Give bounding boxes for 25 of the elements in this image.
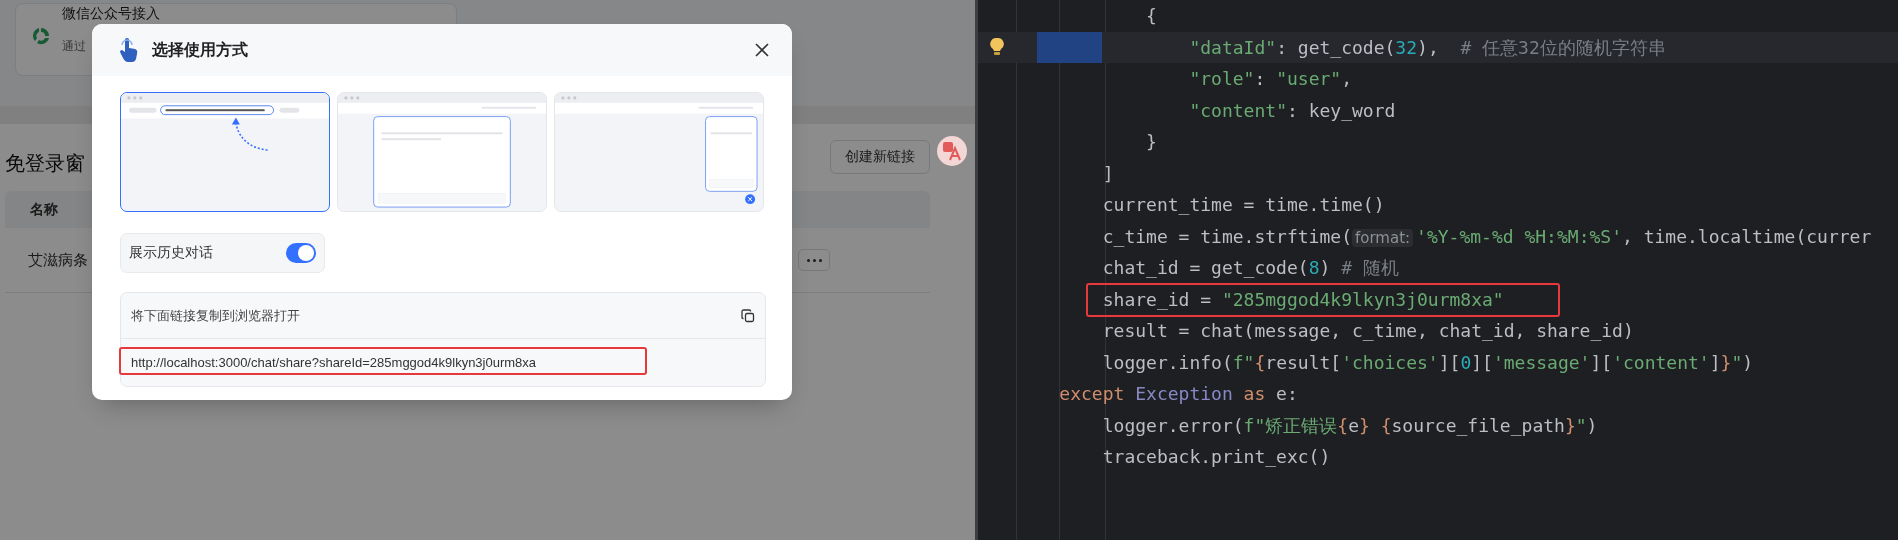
- code-line: chat_id = get_code(8) # 随机: [1102, 256, 1399, 280]
- code-line: except Exception as e:: [1059, 382, 1298, 406]
- table-cell: 艾滋病条: [28, 250, 88, 270]
- code-line: "dataId": get_code(32), # 任意32位的随机字符串: [1189, 35, 1666, 60]
- link-label: 将下面链接复制到浏览器打开: [131, 306, 300, 325]
- card-title: 微信公众号接入: [62, 5, 160, 22]
- share-url: http://localhost:3000/chat/share?shareId=285mggod4k9lkyn3j0urm8xa: [131, 355, 537, 370]
- section-title: 免登录窗: [5, 151, 85, 176]
- code-line: "role": "user",: [1189, 67, 1353, 91]
- code-line: c_time = time.strftime( format: '%Y-%m-%d %H:%M:%S', time.localtime(currer: [1102, 224, 1872, 249]
- code-line: {: [1146, 4, 1157, 28]
- code-line: }: [1146, 130, 1157, 154]
- column-header: 名称: [30, 200, 58, 219]
- create-link-button[interactable]: 创建新链接: [830, 139, 930, 174]
- code-line: ]: [1102, 161, 1114, 186]
- code-line: "content": key_word: [1189, 98, 1396, 123]
- code-line: current_time = time.time(): [1102, 193, 1385, 217]
- code-line: share_id = "285mggod4k9lkyn3j0urm8xa": [1102, 283, 1504, 315]
- code-line: result = chat(message, c_time, chat_id, share_id): [1102, 319, 1634, 343]
- dialog-title: 选择使用方式: [152, 39, 249, 60]
- code-line: logger.error(f"矫正错误{e} {source_file_path}"): [1102, 413, 1598, 438]
- toggle-label: 展示历史对话: [129, 244, 213, 262]
- code-line: logger.info(f"{result['choices'][0]['message']['content']}"): [1102, 350, 1754, 375]
- card-subtitle: 通过: [62, 38, 86, 55]
- code-line: traceback.print_exc(): [1102, 445, 1331, 469]
